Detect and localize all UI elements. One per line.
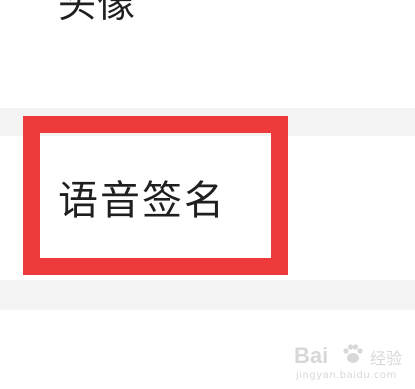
watermark-logo-text: Bai (294, 343, 329, 368)
settings-row-voice-signature-label: 语音签名 (58, 178, 226, 224)
settings-row-voice-signature[interactable]: 语音签名 (0, 136, 415, 280)
paw-icon (343, 344, 363, 363)
baidu-jingyan-watermark: Bai 经验 jingyan.baidu.com (294, 343, 409, 385)
watermark-url: jingyan.baidu.com (296, 370, 397, 381)
settings-row-avatar[interactable]: 头像 (0, 0, 415, 108)
settings-row-avatar-label: 头像 (58, 0, 137, 26)
screenshot-stage: 头像 语音签名 Bai 经验 jingyan.baidu.com (0, 0, 415, 389)
section-divider (0, 108, 415, 136)
section-divider-bottom (0, 280, 415, 310)
watermark-suffix: 经验 (370, 349, 403, 368)
